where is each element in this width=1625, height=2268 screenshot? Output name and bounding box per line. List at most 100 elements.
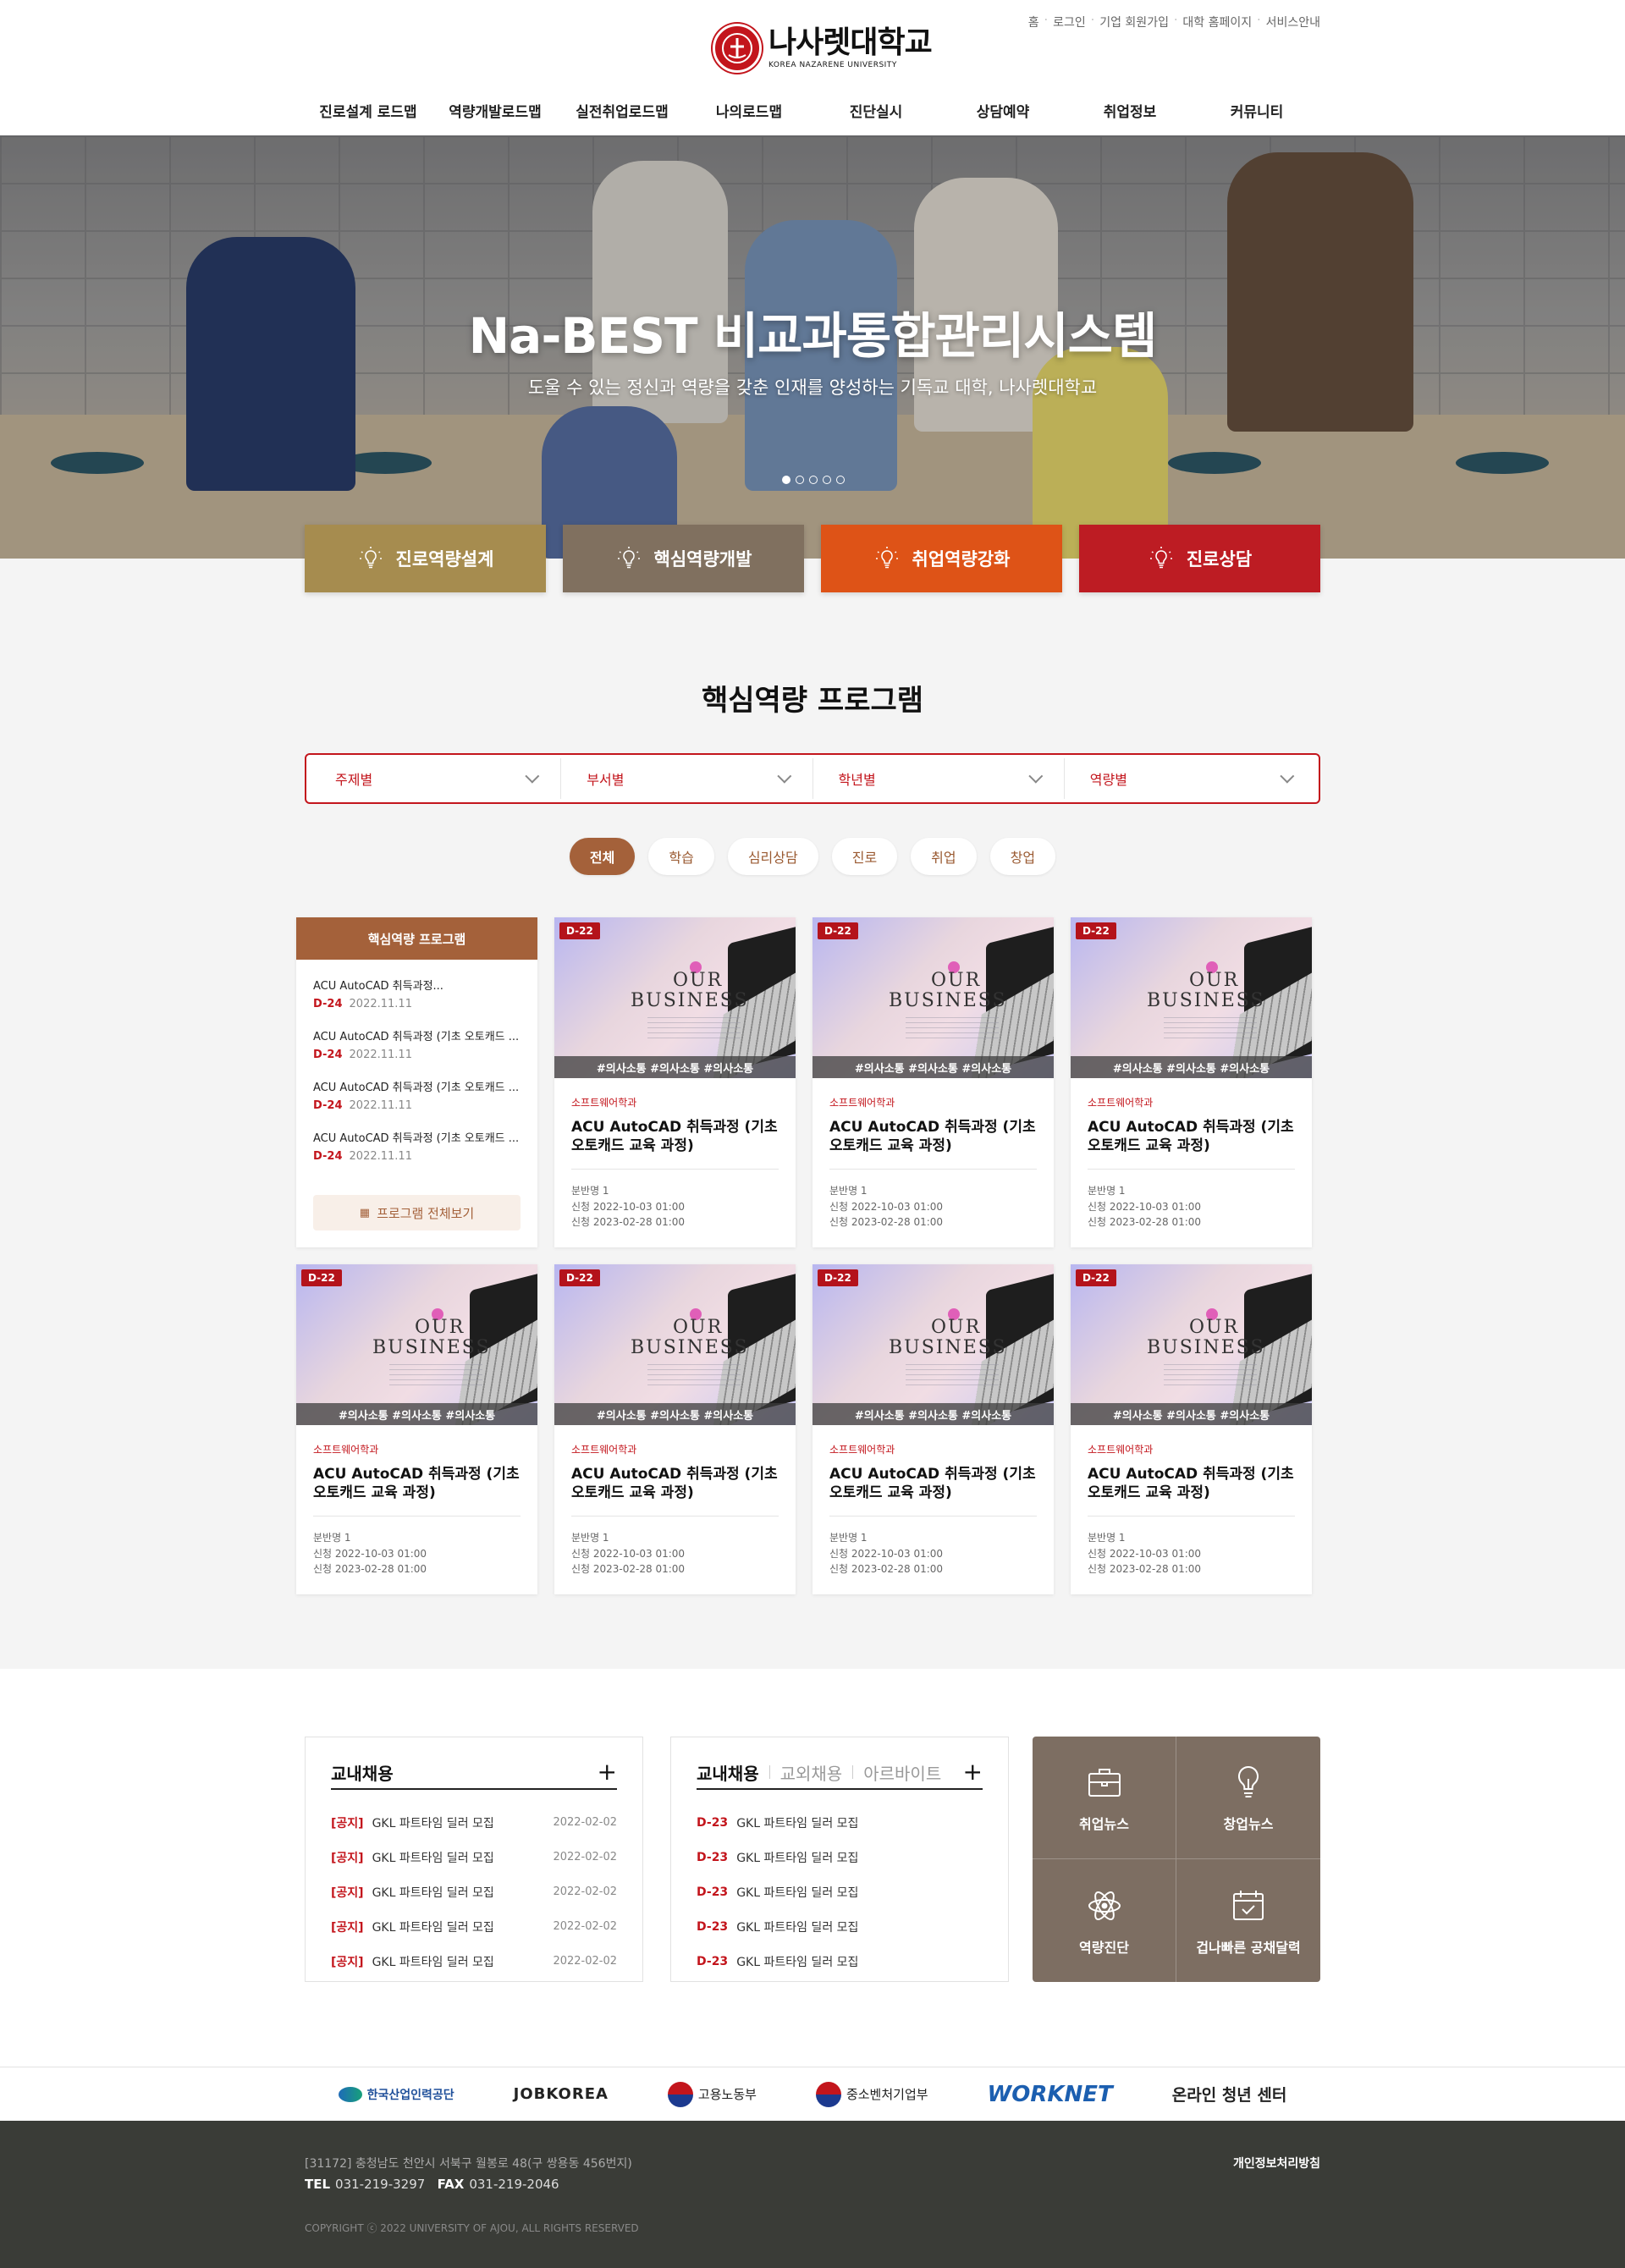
quick-link-recruit-calendar[interactable]: 겁나빠른 공채달력 [1176, 1859, 1320, 1982]
recruit-list-item[interactable]: D-23 GKL 파트타임 딜러 모집 [697, 1909, 983, 1944]
filter-department-select[interactable]: 부서별 [561, 758, 813, 799]
side-list-item[interactable]: ACU AutoCAD 취득과정 (기초 오토캐드 ... D-24 2022.1… [296, 1061, 537, 1112]
privacy-policy-link[interactable]: 개인정보처리방침 [1233, 2155, 1320, 2172]
taeguk-icon [667, 2081, 693, 2107]
thumbnail-text: OUR [415, 1317, 465, 1338]
quick-label: 핵심역량개발 [653, 549, 752, 570]
slider-dot[interactable] [796, 476, 804, 484]
partner-moel-logo[interactable]: 고용노동부 [667, 2081, 757, 2107]
partner-hrdkorea-logo[interactable]: 한국산업인력공단 [338, 2086, 454, 2103]
nav-employment-roadmap[interactable]: 실전취업로드맵 [559, 100, 686, 121]
quick-employment-button[interactable]: 취업역량강화 [821, 525, 1062, 592]
footer-contact: TEL 031-219-3297 FAX 031-219-2046 [305, 2177, 559, 2192]
quick-link-competency-diagnosis[interactable]: 역량진단 [1033, 1859, 1176, 1982]
thumbnail-text: BUSINESS [631, 1337, 749, 1358]
recruit-list-item[interactable]: [공지] GKL 파트타임 딜러 모집 2022-02-02 [331, 1944, 617, 1979]
util-service-guide-link[interactable]: 서비스안내 [1266, 14, 1320, 30]
program-apply-end: 신청 2023-02-28 01:00 [571, 1563, 686, 1576]
thumbnail-text: OUR [673, 1317, 724, 1338]
quick-career-design-button[interactable]: 진로역량설계 [305, 525, 546, 592]
tab-career[interactable]: 진로 [831, 838, 898, 875]
util-login-link[interactable]: 로그인 [1053, 14, 1086, 30]
program-class: 분반명 1 [313, 1532, 351, 1544]
lightbulb-icon [617, 547, 640, 569]
recruit-list-item[interactable]: D-23 GKL 파트타임 딜러 모집 [697, 1805, 983, 1840]
plus-icon[interactable]: + [963, 1758, 983, 1786]
quick-link-startup-news[interactable]: 창업뉴스 [1176, 1737, 1320, 1859]
side-list-item[interactable]: ACU AutoCAD 취득과정 (기초 오토캐드 ... D-24 2022.1… [296, 1112, 537, 1163]
slider-dot[interactable] [823, 476, 831, 484]
partner-youth-center-logo[interactable]: 온라인 청년 센터 [1172, 2083, 1287, 2106]
partner-logos: 한국산업인력공단 JOBKOREA 고용노동부 중소벤처기업부 WORKNET … [0, 2067, 1625, 2121]
program-thumbnail: OUR BUSINESS D-22 #의사소통 #의사소통 #의사소통 [1071, 1264, 1312, 1425]
plus-icon[interactable]: + [598, 1758, 617, 1786]
program-apply-start: 신청 2022-10-03 01:00 [829, 1547, 944, 1560]
thumbnail-text: OUR [931, 970, 982, 991]
program-thumbnail: OUR BUSINESS D-22 #의사소통 #의사소통 #의사소통 [812, 917, 1054, 1078]
program-department: 소프트웨어학과 [313, 1444, 379, 1456]
side-list-item[interactable]: ACU AutoCAD 취득과정 (기초 오토캐드 ... D-24 2022.1… [296, 1010, 537, 1061]
program-card[interactable]: OUR BUSINESS D-22 #의사소통 #의사소통 #의사소통 소프트웨어학과 A… [296, 1264, 537, 1594]
nav-competency-roadmap[interactable]: 역량개발로드맵 [432, 100, 559, 121]
program-title: ACU AutoCAD 취득과정 (기초 오토캐드 교육 과정) [313, 1466, 520, 1502]
recruit-list-item[interactable]: [공지] GKL 파트타임 딜러 모집 2022-02-02 [331, 1840, 617, 1874]
nav-community[interactable]: 커뮤니티 [1193, 100, 1320, 121]
dday-badge: D-22 [559, 1269, 600, 1286]
hashtag-bar: #의사소통 #의사소통 #의사소통 [812, 1056, 1054, 1078]
program-card[interactable]: OUR BUSINESS D-22 #의사소통 #의사소통 #의사소통 소프트웨어학과 A… [812, 917, 1054, 1247]
partner-jobkorea-logo[interactable]: JOBKOREA [514, 2085, 609, 2103]
program-department: 소프트웨어학과 [1088, 1097, 1154, 1109]
hashtag-bar: #의사소통 #의사소통 #의사소통 [812, 1403, 1054, 1425]
filter-topic-select[interactable]: 주제별 [310, 758, 562, 799]
tab-campus-recruit[interactable]: 교내채용 [697, 1760, 759, 1785]
program-card[interactable]: OUR BUSINESS D-22 #의사소통 #의사소통 #의사소통 소프트웨어학과 A… [1071, 917, 1312, 1247]
view-all-programs-button[interactable]: ▦ 프로그램 전체보기 [313, 1195, 521, 1230]
util-company-signup-link[interactable]: 기업 회원가입 [1099, 14, 1169, 30]
recruit-list-item[interactable]: D-23 GKL 파트타임 딜러 모집 [697, 1840, 983, 1874]
quick-career-counsel-button[interactable]: 진로상담 [1079, 525, 1320, 592]
hero-banner: Na-BEST 비교과통합관리시스템 도울 수 있는 정신과 역량을 갖춘 인재… [0, 135, 1625, 559]
tab-all[interactable]: 전체 [569, 838, 636, 875]
filter-grade-select[interactable]: 학년별 [813, 758, 1065, 799]
partner-mss-logo[interactable]: 중소벤처기업부 [815, 2081, 928, 2107]
nav-diagnosis[interactable]: 진단실시 [812, 100, 939, 121]
recruit-list-item[interactable]: [공지] GKL 파트타임 딜러 모집 2022-02-02 [331, 1805, 617, 1840]
util-university-home-link[interactable]: 대학 홈페이지 [1182, 14, 1252, 30]
quick-core-competency-button[interactable]: 핵심역량개발 [563, 525, 804, 592]
thumbnail-text: BUSINESS [1147, 1337, 1265, 1358]
nav-counsel-reservation[interactable]: 상담예약 [939, 100, 1066, 121]
tab-external-recruit[interactable]: 교외채용 [780, 1760, 843, 1785]
nav-my-roadmap[interactable]: 나의로드맵 [686, 100, 812, 121]
tab-study[interactable]: 학습 [648, 838, 714, 875]
recruit-list-item[interactable]: [공지] GKL 파트타임 딜러 모집 2022-02-02 [331, 1909, 617, 1944]
util-home-link[interactable]: 홈 [1028, 14, 1039, 30]
recruit-list-item[interactable]: D-23 GKL 파트타임 딜러 모집 [697, 1944, 983, 1979]
quick-link-job-news[interactable]: 취업뉴스 [1033, 1737, 1176, 1859]
recruit-list-item[interactable]: [공지] GKL 파트타임 딜러 모집 2022-02-02 [331, 1874, 617, 1909]
site-logo[interactable]: 나사렛대학교 KOREA NAZARENE UNIVERSITY [713, 24, 933, 73]
program-title: ACU AutoCAD 취득과정 (기초 오토캐드 교육 과정) [1088, 1119, 1294, 1155]
program-card[interactable]: OUR BUSINESS D-22 #의사소통 #의사소통 #의사소통 소프트웨어학과 A… [812, 1264, 1054, 1594]
quick-links-grid: 취업뉴스 창업뉴스 역량진단 겁나빠른 공채달력 [1033, 1737, 1320, 1982]
filter-competency-select[interactable]: 역량별 [1065, 758, 1315, 799]
program-class: 분반명 1 [571, 1185, 609, 1197]
program-card[interactable]: OUR BUSINESS D-22 #의사소통 #의사소통 #의사소통 소프트웨어학과 A… [554, 917, 796, 1247]
side-list-item[interactable]: ACU AutoCAD 취득과정... D-24 2022.11.11 [296, 960, 537, 1010]
nav-career-roadmap[interactable]: 진로설계 로드맵 [305, 100, 432, 121]
slider-dot[interactable] [836, 476, 845, 484]
program-card[interactable]: OUR BUSINESS D-22 #의사소통 #의사소통 #의사소통 소프트웨어학과 A… [1071, 1264, 1312, 1594]
slider-dot[interactable] [809, 476, 818, 484]
tab-startup[interactable]: 창업 [989, 838, 1056, 875]
tab-employment[interactable]: 취업 [911, 838, 977, 875]
recruit-tabs-box: 교내채용 교외채용 아르바이트 + D-23 GKL 파트타임 딜러 모집 D-23… [670, 1737, 1009, 1982]
program-card[interactable]: OUR BUSINESS D-22 #의사소통 #의사소통 #의사소통 소프트웨어학과 A… [554, 1264, 796, 1594]
nav-job-info[interactable]: 취업정보 [1066, 100, 1193, 121]
partner-worknet-logo[interactable]: WORKNET [988, 2082, 1113, 2107]
tab-counseling[interactable]: 심리상담 [727, 838, 818, 875]
recruit-list-item[interactable]: D-23 GKL 파트타임 딜러 모집 [697, 1874, 983, 1909]
program-filters: 주제별 부서별 학년별 역량별 [305, 753, 1320, 804]
footer-copyright: COPYRIGHT ⓒ 2022 UNIVERSITY OF AJOU, ALL… [305, 2222, 639, 2234]
logo-korean-text: 나사렛대학교 [768, 25, 933, 60]
slider-dot[interactable] [782, 476, 790, 484]
tab-part-time[interactable]: 아르바이트 [863, 1760, 941, 1785]
